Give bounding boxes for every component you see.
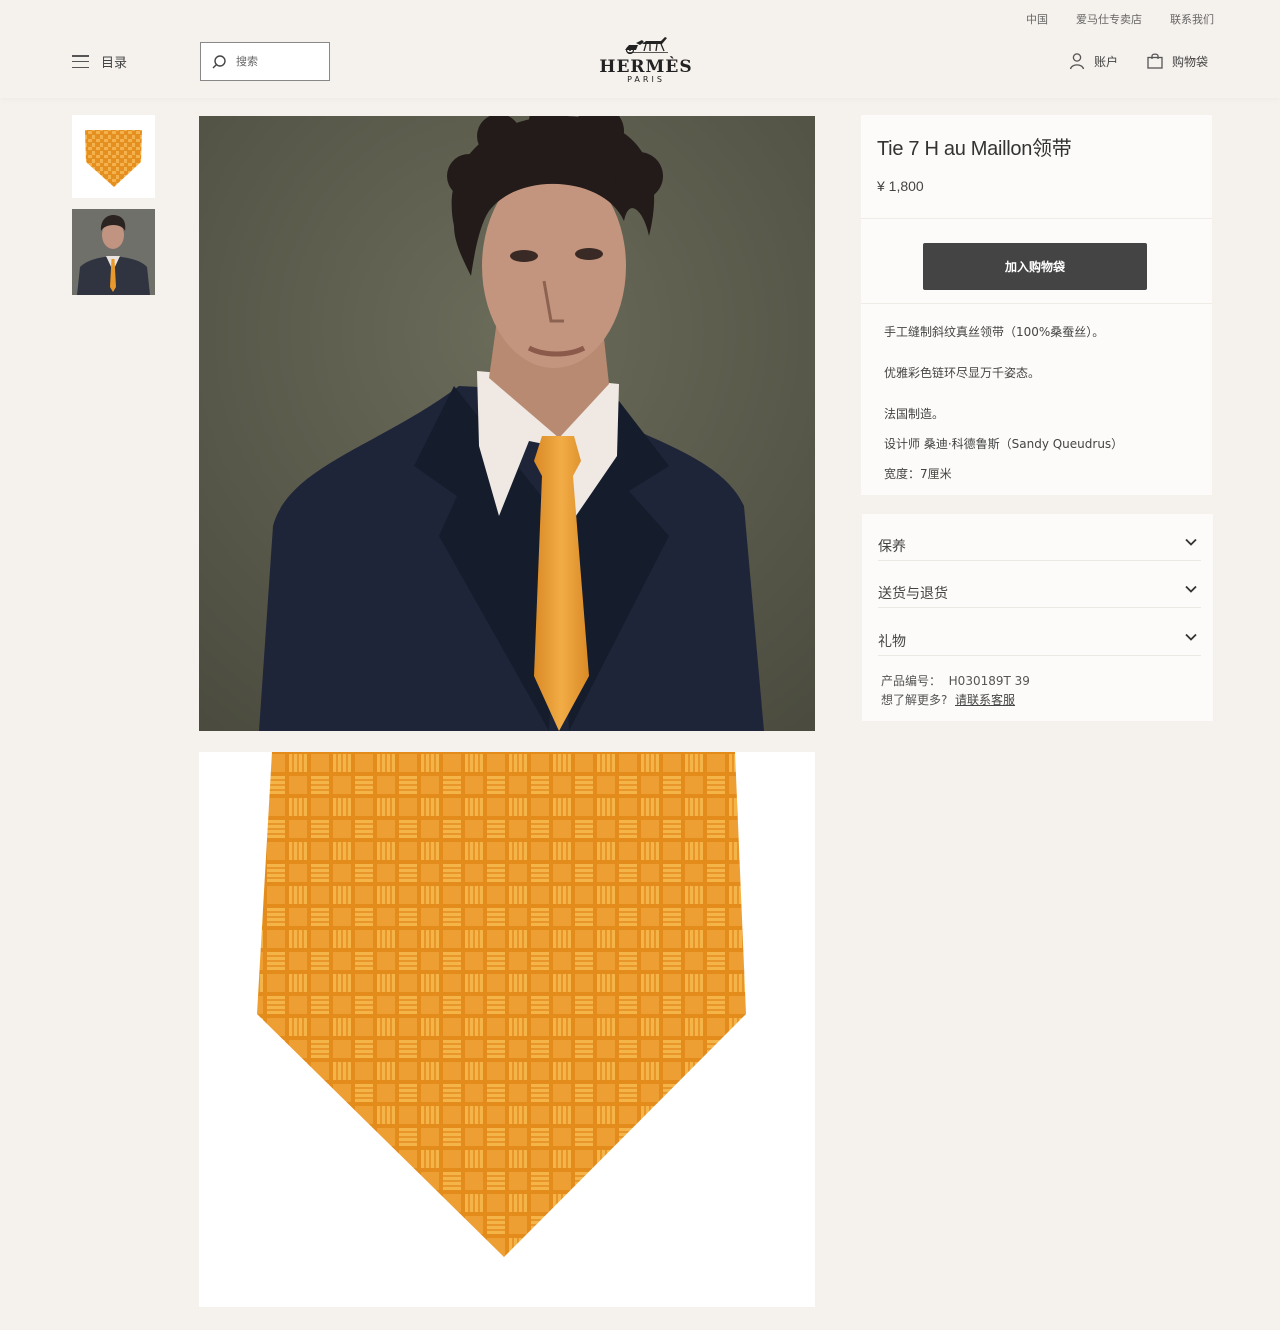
logo-wordmark: HERMÈS — [599, 57, 693, 77]
contact-prompt: 想了解更多? 请联系客服 — [881, 691, 1015, 708]
product-details-accordion: 保养 送货与退货 礼物 产品编号： H030189T 39 想了解更多? 请联系… — [862, 514, 1213, 721]
reference-label: 产品编号： — [881, 674, 942, 688]
account-button[interactable]: 账户 — [1068, 52, 1118, 70]
description-line: 宽度：7厘米 — [884, 467, 952, 481]
hamburger-icon — [72, 55, 89, 68]
chevron-down-icon — [1185, 538, 1197, 546]
divider — [861, 303, 1212, 304]
accordion-label: 礼物 — [878, 634, 906, 650]
product-price: ¥ 1,800 — [877, 178, 924, 194]
shopping-bag-button[interactable]: 购物袋 — [1146, 52, 1208, 70]
user-icon — [1069, 53, 1085, 70]
description-line: 优雅彩色链环尽显万千姿态。 — [884, 366, 1041, 380]
country-link[interactable]: 中国 — [1026, 11, 1048, 27]
product-tie-photo — [199, 752, 815, 1307]
hermes-logo[interactable]: HERMÈS PARIS — [596, 34, 696, 85]
carriage-logo-icon — [625, 37, 668, 55]
thumbnail-tie[interactable] — [72, 115, 155, 198]
accordion-shipping[interactable]: 送货与退货 — [878, 561, 1201, 608]
accordion-label: 送货与退货 — [878, 586, 948, 602]
add-to-bag-button[interactable]: 加入购物袋 — [923, 243, 1147, 290]
description-line: 手工缝制斜纹真丝领带（100%桑蚕丝）。 — [884, 325, 1105, 339]
shopping-bag-icon — [1147, 53, 1163, 69]
product-info-panel: Tie 7 H au Maillon领带 ¥ 1,800 加入购物袋 手工缝制斜… — [861, 115, 1212, 495]
search-icon — [212, 54, 226, 68]
search-box[interactable] — [200, 42, 330, 81]
divider — [861, 218, 1212, 219]
chevron-down-icon — [1185, 633, 1197, 641]
accordion-gift[interactable]: 礼物 — [878, 609, 1201, 656]
description-line: 设计师 桑迪·科德鲁斯（Sandy Queudrus） — [884, 437, 1124, 451]
reference-value: H030189T 39 — [948, 674, 1030, 688]
product-reference: 产品编号： H030189T 39 — [881, 672, 1030, 689]
product-title: Tie 7 H au Maillon领带 — [877, 138, 1072, 160]
description-line: 法国制造。 — [884, 407, 945, 421]
accordion-label: 保养 — [878, 539, 906, 555]
site-header: 中国 爱马仕专卖店 联系我们 目录 HERMÈS PARIS — [0, 0, 1280, 98]
thumbnail-model[interactable] — [72, 209, 155, 295]
accordion-care[interactable]: 保养 — [878, 514, 1201, 561]
menu-button[interactable]: 目录 — [72, 52, 127, 71]
chevron-down-icon — [1185, 585, 1197, 593]
menu-label: 目录 — [101, 56, 128, 71]
product-model-photo — [199, 116, 815, 731]
contact-link[interactable]: 联系我们 — [1170, 11, 1214, 27]
contact-service-link[interactable]: 请联系客服 — [955, 693, 1015, 707]
stores-link[interactable]: 爱马仕专卖店 — [1076, 11, 1142, 27]
more-info-label: 想了解更多? — [881, 693, 948, 707]
bag-label: 购物袋 — [1172, 54, 1209, 69]
account-label: 账户 — [1094, 54, 1119, 69]
search-input[interactable] — [236, 55, 316, 68]
top-links: 中国 爱马仕专卖店 联系我们 — [1026, 11, 1214, 27]
